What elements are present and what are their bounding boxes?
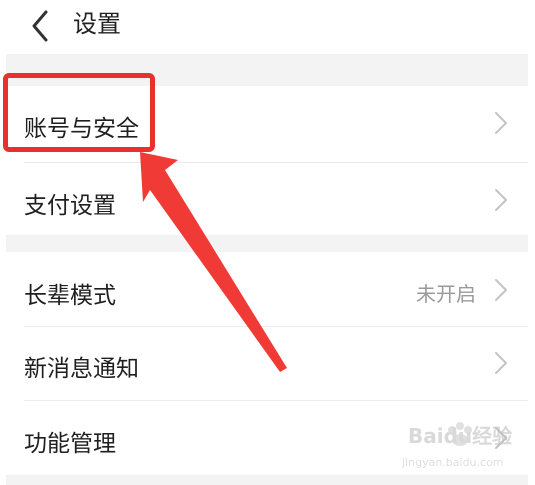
settings-item-label: 功能管理 <box>24 431 116 457</box>
settings-item-elder-mode[interactable]: 长辈模式 未开启 <box>6 252 528 326</box>
settings-item-label: 长辈模式 <box>24 283 116 309</box>
chevron-left-icon <box>32 10 48 42</box>
settings-item-feature-management[interactable]: 功能管理 <box>6 401 528 475</box>
elder-mode-status: 未开启 <box>416 282 476 306</box>
settings-item-payment[interactable]: 支付设置 <box>6 163 528 235</box>
chevron-right-icon <box>495 189 507 211</box>
chevron-right-icon <box>495 352 507 374</box>
section-gap <box>6 475 528 485</box>
settings-item-label: 新消息通知 <box>24 356 139 382</box>
settings-item-notifications[interactable]: 新消息通知 <box>6 327 528 399</box>
chevron-right-icon <box>495 112 507 134</box>
settings-item-label: 账号与安全 <box>24 116 139 142</box>
page-title: 设置 <box>73 10 121 38</box>
settings-item-account-security[interactable]: 账号与安全 <box>6 86 528 160</box>
back-button[interactable] <box>22 6 62 46</box>
section-gap <box>6 235 528 252</box>
settings-item-label: 支付设置 <box>24 193 116 219</box>
chevron-right-icon <box>495 279 507 301</box>
header-bar: 设置 <box>0 0 535 52</box>
chevron-right-icon <box>495 427 507 449</box>
section-gap <box>6 54 528 86</box>
